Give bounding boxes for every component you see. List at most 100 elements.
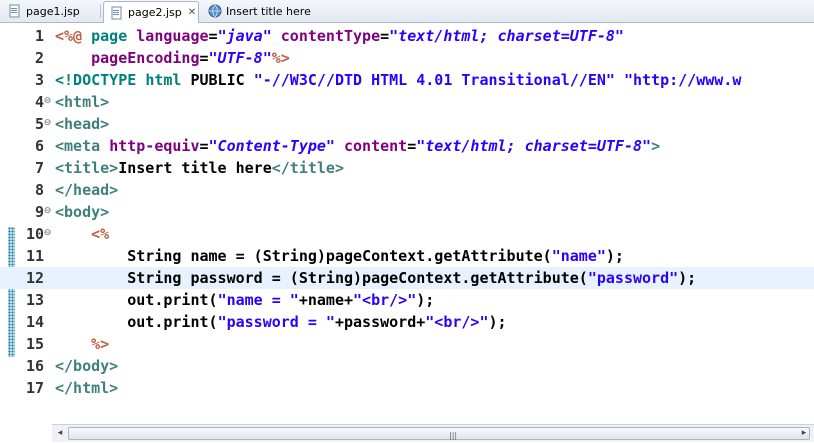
code-token: language [136,27,209,45]
code-token: "Content-Type" [208,137,335,155]
code-token: "text/html; charset=UTF-8" [416,137,652,155]
code-line[interactable]: 4 ⊖ <html> [0,91,814,113]
fold-toggle-icon[interactable]: ⊖ [43,207,52,216]
code-token: </body> [55,357,119,375]
code-text: %> [55,333,109,355]
code-token: = [199,137,209,155]
line-number: 8 [34,181,44,199]
code-text: out.print("name = "+name+"<br/>"); [55,289,434,311]
code-token: <head> [55,115,110,133]
fold-toggle-icon[interactable]: ⊖ [43,119,52,128]
code-token: "password" [587,269,679,287]
code-token: ); [416,291,435,309]
code-line[interactable]: 15 %> [0,333,814,355]
line-number: 15 [25,335,44,353]
code-token: <% [91,225,110,243]
code-token: +password+ [334,313,426,331]
code-line[interactable]: 1 <%@ page language="java" contentType="t… [0,25,814,47]
code-line[interactable]: 13 out.print("name = "+name+"<br/>"); [0,289,814,311]
line-number: 10 [25,225,44,243]
code-token: = [208,27,218,45]
code-token: "name = " [217,291,299,309]
jsp-file-icon [111,6,122,19]
code-token: Insert title here [118,159,272,177]
tab-separator [100,4,101,18]
scroll-left-icon[interactable]: ◂ [53,427,67,440]
tab-insert-title-here[interactable]: Insert title here [208,0,348,22]
line-number: 13 [25,291,44,309]
tab-label: page2.jsp [128,6,182,19]
line-number: 3 [34,71,44,89]
code-token: content [344,137,408,155]
code-line[interactable]: 7 <title>Insert title here</title> [0,157,814,179]
code-token: http-equiv [109,137,200,155]
code-token: out.print( [55,313,218,331]
code-line[interactable]: 10 ⊖ <% [0,223,814,245]
code-line[interactable]: 6 <meta http-equiv="Content-Type" content… [0,135,814,157]
code-token: <!DOCTYPE [55,71,146,89]
code-text: String password = (String)pageContext.ge… [55,267,696,289]
fold-toggle-icon[interactable]: ⊖ [43,229,52,238]
code-text: <%@ page language="java" contentType="te… [55,25,624,47]
code-token: </head> [55,181,119,199]
scrollbar-thumb[interactable]: ||| [68,427,810,440]
code-text: <meta http-equiv="Content-Type" content=… [55,135,660,157]
code-text: pageEncoding="UTF-8"%> [55,47,290,69]
code-line[interactable]: 2 pageEncoding="UTF-8"%> [0,47,814,69]
line-number: 11 [25,247,44,265]
code-token: "password = " [217,313,335,331]
code-token: "-//W3C//DTD HTML 4.01 Transitional//EN"… [253,71,742,89]
line-number: 16 [25,357,44,375]
code-text: </html> [55,377,118,399]
code-line[interactable]: 11 String name = (String)pageContext.get… [0,245,814,267]
line-number: 7 [34,159,44,177]
tab-page2[interactable]: page2.jsp ✕ [103,1,199,23]
code-token: "name" [551,247,606,265]
code-token: = [199,49,209,67]
code-line[interactable]: 16 </body> [0,355,814,377]
code-text: <html> [55,91,109,113]
code-token: ); [678,269,697,287]
code-text: String name = (String)pageContext.getAtt… [55,245,624,267]
code-token: String password = (String)pageContext.ge… [55,269,588,287]
horizontal-scrollbar[interactable]: ◂ ||| ▸ [52,424,814,442]
code-token: </title> [271,159,344,177]
line-number: 6 [34,137,44,155]
close-icon[interactable]: ✕ [188,7,196,18]
code-line[interactable]: 14 out.print("password = "+password+"<br… [0,311,814,333]
code-line[interactable]: 8 </head> [0,179,814,201]
code-token: ); [605,247,624,265]
code-token: %> [271,49,290,67]
line-number: 4 [34,93,44,111]
code-line[interactable]: 3 <!DOCTYPE html PUBLIC "-//W3C//DTD HTML… [0,69,814,91]
code-line[interactable]: 5 ⊖ <head> [0,113,814,135]
code-token: "<br/>" [353,291,417,309]
code-token: </html> [55,379,119,397]
code-line[interactable]: 12 String password = (String)pageContext… [0,267,814,289]
code-token: html [145,71,191,89]
code-token: = [380,27,390,45]
code-editor[interactable]: 1 <%@ page language="java" contentType="t… [0,23,814,430]
fold-toggle-icon[interactable]: ⊖ [43,97,52,106]
line-number: 2 [34,49,44,67]
globe-icon [208,4,222,18]
code-token: %> [91,335,110,353]
code-token: contentType [280,27,381,45]
code-line[interactable]: 9 ⊖ <body> [0,201,814,223]
line-number: 9 [34,203,44,221]
line-number: 1 [34,27,44,45]
code-token: page [91,27,137,45]
code-line[interactable]: 17 </html> [0,377,814,399]
code-token: <title> [55,159,119,177]
code-token: ); [488,313,507,331]
code-text: <% [55,223,109,245]
code-text: <head> [55,113,109,135]
tab-page1[interactable]: page1.jsp [8,0,100,22]
code-text: <title>Insert title here</title> [55,157,344,179]
code-token: String name = (String)pageContext.getAtt… [55,247,552,265]
scroll-right-icon[interactable]: ▸ [797,427,811,440]
